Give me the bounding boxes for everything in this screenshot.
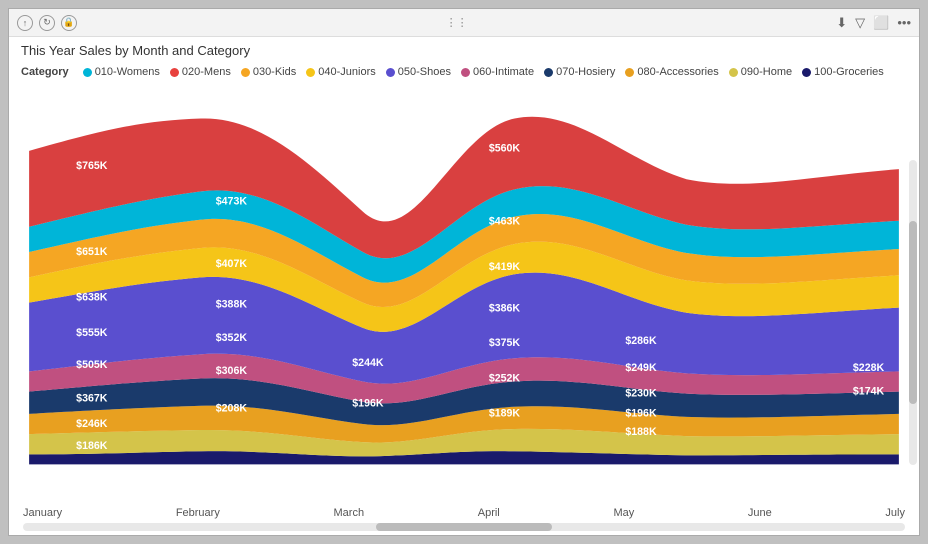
label-feb-208k: $208K	[216, 403, 248, 415]
legend-text-shoes: 050-Shoes	[398, 66, 451, 78]
up-icon[interactable]: ↑	[17, 15, 33, 31]
scrollbar-vertical-thumb[interactable]	[909, 221, 917, 404]
legend-dot-groceries	[802, 68, 811, 77]
legend-text-intimate: 060-Intimate	[473, 66, 534, 78]
legend-item-groceries: 100-Groceries	[802, 66, 884, 78]
label-jan-651k: $651K	[76, 246, 108, 258]
label-feb-388k: $388K	[216, 298, 248, 310]
legend-text-womens: 010-Womens	[95, 66, 160, 78]
label-jul-228k: $228K	[853, 362, 885, 374]
chart-area: $765K $651K $638K $555K $505K $367K $246…	[9, 80, 919, 505]
label-feb-473k: $473K	[216, 195, 248, 207]
label-mar-196k: $196K	[352, 398, 384, 410]
legend-text-hosiery: 070-Hosiery	[556, 66, 615, 78]
legend-text-kids: 030-Kids	[253, 66, 296, 78]
label-apr-386k: $386K	[489, 302, 521, 314]
scrollbar-horizontal[interactable]	[23, 523, 905, 531]
titlebar-right: ⬇ ▽ ⬜ •••	[836, 15, 911, 31]
legend-item-mens: 020-Mens	[170, 66, 231, 78]
axis-labels: January February March April May June Ju…	[9, 505, 919, 523]
main-window: ↑ ↻ 🔒 ⋮⋮ ⬇ ▽ ⬜ ••• This Year Sales by Mo…	[8, 8, 920, 536]
label-jan-555k: $555K	[76, 327, 108, 339]
label-feb-407k: $407K	[216, 258, 248, 270]
chart-title: This Year Sales by Month and Category	[21, 43, 907, 58]
filter-icon[interactable]: ▽	[855, 15, 865, 31]
drag-handle: ⋮⋮	[446, 16, 468, 29]
label-may-230k: $230K	[625, 387, 657, 399]
label-feb-306k: $306K	[216, 365, 248, 377]
legend-dot-hosiery	[544, 68, 553, 77]
legend-dot-juniors	[306, 68, 315, 77]
legend-dot-kids	[241, 68, 250, 77]
label-jan-186k: $186K	[76, 440, 108, 452]
refresh-icon[interactable]: ↻	[39, 15, 55, 31]
axis-label-may: May	[613, 507, 634, 519]
label-may-249k: $249K	[625, 362, 657, 374]
legend-dot-shoes	[386, 68, 395, 77]
legend-text-home: 090-Home	[741, 66, 792, 78]
label-may-188k: $188K	[625, 426, 657, 438]
label-may-286k: $286K	[625, 335, 657, 347]
legend-dot-mens	[170, 68, 179, 77]
label-mar-244k: $244K	[352, 357, 384, 369]
legend-item-accessories: 080-Accessories	[625, 66, 718, 78]
titlebar-left: ↑ ↻ 🔒	[17, 15, 77, 31]
label-apr-252k: $252K	[489, 372, 521, 384]
download-icon[interactable]: ⬇	[836, 15, 847, 31]
scrollbar-vertical[interactable]	[909, 160, 917, 465]
axis-label-february: February	[176, 507, 220, 519]
axis-label-january: January	[23, 507, 62, 519]
label-apr-463k: $463K	[489, 216, 521, 228]
label-feb-352k: $352K	[216, 332, 248, 344]
axis-label-april: April	[478, 507, 500, 519]
legend-item-shoes: 050-Shoes	[386, 66, 451, 78]
axis-label-june: June	[748, 507, 772, 519]
legend-item-hosiery: 070-Hosiery	[544, 66, 615, 78]
expand-icon[interactable]: ⬜	[873, 15, 889, 31]
label-jan-367k: $367K	[76, 392, 108, 404]
more-icon[interactable]: •••	[897, 15, 911, 30]
label-apr-189k: $189K	[489, 408, 521, 420]
legend-item-kids: 030-Kids	[241, 66, 296, 78]
legend-label: Category	[21, 66, 69, 78]
legend-item-home: 090-Home	[729, 66, 792, 78]
label-may-196k: $196K	[625, 408, 657, 420]
legend-dot-intimate	[461, 68, 470, 77]
legend-text-groceries: 100-Groceries	[814, 66, 884, 78]
chart-header: This Year Sales by Month and Category	[9, 37, 919, 62]
legend-text-accessories: 080-Accessories	[637, 66, 718, 78]
label-jan-765k: $765K	[76, 160, 108, 172]
label-jan-246k: $246K	[76, 418, 108, 430]
stream-svg: $765K $651K $638K $555K $505K $367K $246…	[19, 80, 909, 505]
titlebar: ↑ ↻ 🔒 ⋮⋮ ⬇ ▽ ⬜ •••	[9, 9, 919, 37]
legend-dot-accessories	[625, 68, 634, 77]
scrollbar-horizontal-thumb[interactable]	[376, 523, 552, 531]
legend-dot-womens	[83, 68, 92, 77]
legend-text-mens: 020-Mens	[182, 66, 231, 78]
label-apr-419k: $419K	[489, 261, 521, 273]
label-apr-375k: $375K	[489, 337, 521, 349]
axis-label-july: July	[885, 507, 905, 519]
lock-icon[interactable]: 🔒	[61, 15, 77, 31]
label-jan-505k: $505K	[76, 359, 108, 371]
legend-text-juniors: 040-Juniors	[318, 66, 375, 78]
legend: Category 010-Womens 020-Mens 030-Kids 04…	[9, 62, 919, 80]
label-jan-638k: $638K	[76, 291, 108, 303]
axis-label-march: March	[334, 507, 365, 519]
legend-item-intimate: 060-Intimate	[461, 66, 534, 78]
legend-item-juniors: 040-Juniors	[306, 66, 375, 78]
label-jul-174k: $174K	[853, 385, 885, 397]
label-apr-560k: $560K	[489, 143, 521, 155]
legend-item-womens: 010-Womens	[83, 66, 160, 78]
legend-dot-home	[729, 68, 738, 77]
